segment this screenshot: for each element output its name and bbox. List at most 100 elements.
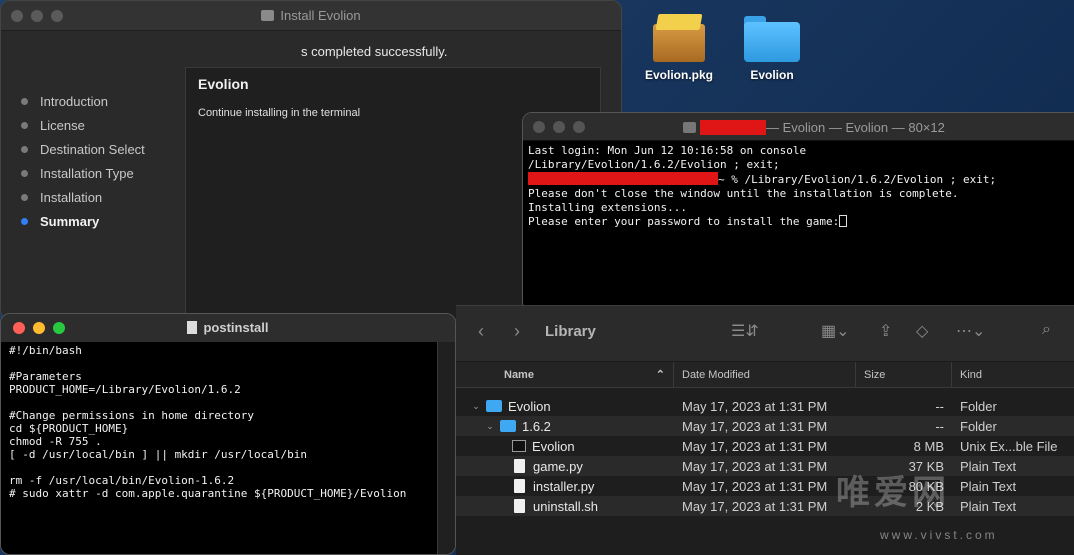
step-label: Introduction xyxy=(40,93,108,109)
content-heading: Evolion xyxy=(198,76,249,92)
desktop-icon-label: Evolion.pkg xyxy=(644,68,713,82)
terminal-titlebar: — Evolion — Evolion — 80×12 xyxy=(523,113,1074,141)
cell-date: May 17, 2023 at 1:31 PM xyxy=(682,458,828,474)
terminal-line: ~ % /Library/Evolion/1.6.2/Evolion ; exi… xyxy=(528,172,1074,187)
postinstall-title: postinstall xyxy=(1,320,455,335)
terminal-output[interactable]: Last login: Mon Jun 12 10:16:58 on conso… xyxy=(523,141,1074,232)
cell-name: ⌄ 1.6.2 xyxy=(456,419,674,434)
close-button[interactable] xyxy=(533,121,545,133)
terminal-window: — Evolion — Evolion — 80×12 Last login: … xyxy=(522,112,1074,312)
disclosure-open-icon[interactable]: ⌄ xyxy=(484,421,496,432)
cell-size: -- xyxy=(935,398,944,414)
cell-size: -- xyxy=(935,418,944,434)
cell-date: May 17, 2023 at 1:31 PM xyxy=(682,418,828,434)
cell-date: May 17, 2023 at 1:31 PM xyxy=(682,478,828,494)
tag-icon[interactable]: ◇ xyxy=(916,321,928,341)
row-name: uninstall.sh xyxy=(533,498,599,514)
search-icon[interactable]: ⌕ xyxy=(1042,321,1051,339)
row-name: game.py xyxy=(533,458,583,474)
desktop-icon-label: Evolion xyxy=(750,68,794,82)
terminal-prompt-text: Please enter your password to install th… xyxy=(528,215,840,228)
cell-kind: Plain Text xyxy=(960,458,1017,474)
desktop-icon-evolion-folder[interactable]: Evolion xyxy=(732,12,812,82)
cell-kind: Plain Text xyxy=(960,498,1017,514)
terminal-line: Last login: Mon Jun 12 10:16:58 on conso… xyxy=(528,144,807,157)
cell-name: installer.py xyxy=(456,479,674,494)
terminal-line-text: ~ % /Library/Evolion/1.6.2/Evolion ; exi… xyxy=(718,173,997,186)
step-dot-icon xyxy=(21,169,28,177)
finder-column-header: Name ⌃ Date Modified Size Kind xyxy=(456,362,1074,388)
watermark-text: 唯爱网 xyxy=(836,474,950,512)
finder-toolbar: ‹ › Library ☰⇵ ▦⌄ ⇪ ◇ ⋯⌄ ⌕ xyxy=(456,306,1074,362)
table-row[interactable]: game.py May 17, 2023 at 1:31 PM 37 KB Pl… xyxy=(456,456,1074,476)
column-date[interactable]: Date Modified xyxy=(674,362,856,387)
terminal-line: Installing extensions... xyxy=(528,201,687,214)
more-actions-icon[interactable]: ⋯⌄ xyxy=(956,321,985,341)
script-editor[interactable]: #!/bin/bash #Parameters PRODUCT_HOME=/Li… xyxy=(1,342,439,554)
cell-name: ⌄ Evolion xyxy=(456,399,674,414)
sort-chevron-up-icon: ⌃ xyxy=(655,369,665,381)
step-installation-type: Installation Type xyxy=(21,161,145,185)
column-name-label: Name xyxy=(504,368,534,381)
row-name: Evolion xyxy=(532,438,575,454)
step-label: License xyxy=(40,117,85,133)
package-icon xyxy=(647,8,711,64)
content-body: Continue installing in the terminal xyxy=(198,107,361,119)
document-icon xyxy=(514,479,525,493)
finder-location-title: Library xyxy=(545,323,596,340)
zoom-button[interactable] xyxy=(573,121,585,133)
watermark-url: www.vivst.com xyxy=(880,528,998,542)
folder-icon xyxy=(500,420,516,432)
column-kind[interactable]: Kind xyxy=(952,362,1074,387)
step-dot-icon xyxy=(21,97,28,105)
installer-titlebar: Install Evolion xyxy=(1,1,621,31)
step-dot-icon xyxy=(21,121,28,129)
step-dot-icon xyxy=(21,145,28,153)
cell-kind: Folder xyxy=(960,398,997,414)
table-row[interactable]: uninstall.sh May 17, 2023 at 1:31 PM 2 K… xyxy=(456,496,1074,516)
terminal-line: Please don't close the window until the … xyxy=(528,187,959,200)
step-dot-icon xyxy=(21,193,28,201)
row-name: installer.py xyxy=(533,478,595,494)
step-label: Installation Type xyxy=(40,165,134,181)
list-view-icon[interactable]: ☰⇵ xyxy=(731,321,759,341)
postinstall-editor-window: postinstall #!/bin/bash #Parameters PROD… xyxy=(0,313,456,555)
cell-date: May 17, 2023 at 1:31 PM xyxy=(682,438,828,454)
forward-chevron-icon[interactable]: › xyxy=(514,321,520,342)
cell-name: game.py xyxy=(456,459,674,474)
document-icon xyxy=(187,321,198,334)
share-icon[interactable]: ⇪ xyxy=(879,321,892,341)
cell-kind: Unix Ex...ble File xyxy=(960,438,1058,454)
folder-icon xyxy=(683,122,696,133)
step-dot-icon xyxy=(21,217,28,225)
success-message: s completed successfully. xyxy=(301,44,448,59)
finder-window: ‹ › Library ☰⇵ ▦⌄ ⇪ ◇ ⋯⌄ ⌕ Name ⌃ Date Mo… xyxy=(456,305,1074,555)
step-label: Installation xyxy=(40,189,103,205)
row-name: 1.6.2 xyxy=(522,418,551,434)
folder-icon xyxy=(742,12,802,64)
step-introduction: Introduction xyxy=(21,89,145,113)
terminal-line: /Library/Evolion/1.6.2/Evolion ; exit; xyxy=(528,158,780,171)
editor-scrollbar[interactable] xyxy=(437,342,455,554)
column-size[interactable]: Size xyxy=(856,362,952,387)
terminal-title-text: — Evolion — Evolion — 80×12 xyxy=(766,120,945,135)
column-name[interactable]: Name ⌃ xyxy=(456,362,674,387)
document-icon xyxy=(514,499,525,513)
terminal-title: — Evolion — Evolion — 80×12 xyxy=(683,120,945,135)
minimize-button[interactable] xyxy=(553,121,565,133)
postinstall-title-text: postinstall xyxy=(203,320,269,335)
table-row[interactable]: installer.py May 17, 2023 at 1:31 PM 80 … xyxy=(456,476,1074,496)
table-row[interactable]: ⌄ 1.6.2 May 17, 2023 at 1:31 PM -- Folder xyxy=(456,416,1074,436)
table-row[interactable]: Evolion May 17, 2023 at 1:31 PM 8 MB Uni… xyxy=(456,436,1074,456)
key-cursor-icon xyxy=(839,215,848,227)
back-chevron-icon[interactable]: ‹ xyxy=(478,321,484,342)
desktop-icon-evolion-pkg[interactable]: Evolion.pkg xyxy=(637,8,721,82)
disclosure-open-icon[interactable]: ⌄ xyxy=(470,401,482,412)
installer-title: Install Evolion xyxy=(1,8,621,23)
table-row[interactable]: ⌄ Evolion May 17, 2023 at 1:31 PM -- Fold… xyxy=(456,396,1074,416)
redaction-bar xyxy=(700,120,766,135)
group-view-icon[interactable]: ▦⌄ xyxy=(821,321,850,341)
step-license: License xyxy=(21,113,145,137)
postinstall-titlebar: postinstall xyxy=(1,314,455,342)
cell-date: May 17, 2023 at 1:31 PM xyxy=(682,398,828,414)
